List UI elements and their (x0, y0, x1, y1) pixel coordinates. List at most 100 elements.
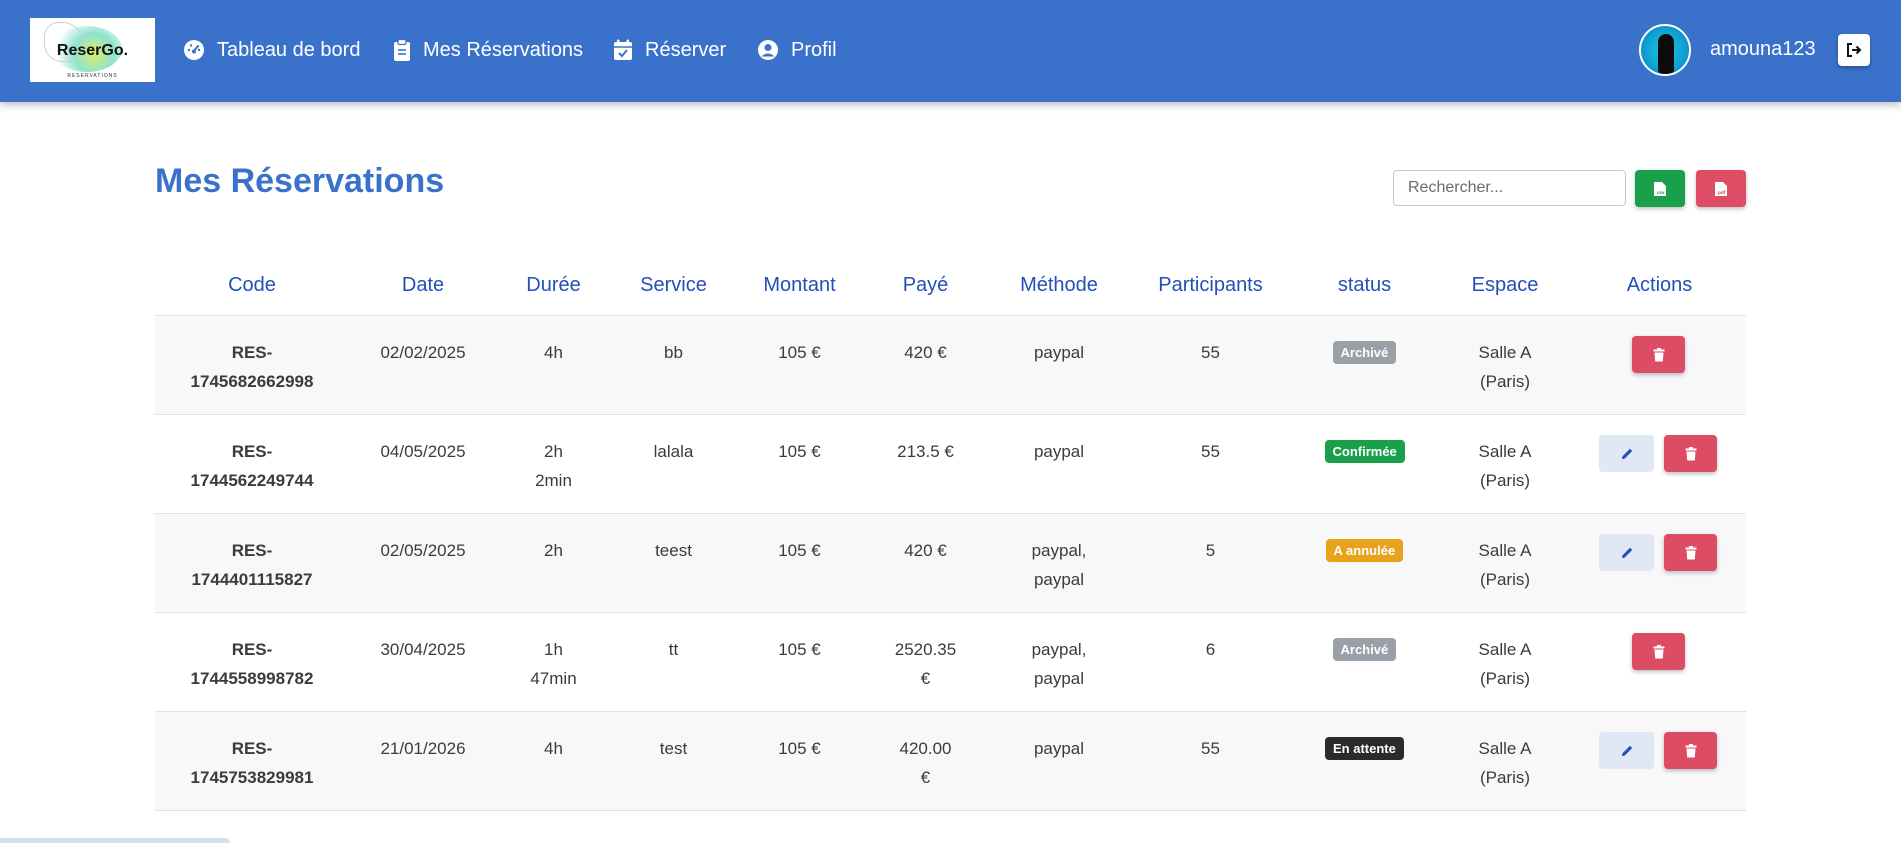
cell-code-line: RES- (231, 640, 273, 659)
cell-methode-line: paypal (1033, 442, 1085, 461)
column-header-montant[interactable]: Montant (737, 255, 862, 316)
cell-date: 02/05/2025 (380, 541, 466, 560)
logo[interactable]: ReserGo. RESERVATIONS (30, 18, 155, 82)
nav-reserver[interactable]: Réserver (613, 36, 726, 64)
svg-text:csv: csv (1657, 190, 1665, 195)
cell-paye-line: 2520.35 (894, 640, 957, 659)
cell-paye-line: 420 € (904, 541, 947, 560)
delete-button[interactable] (1664, 534, 1717, 571)
avatar[interactable] (1639, 24, 1691, 76)
cell-date: 04/05/2025 (380, 442, 466, 461)
cell-code: RES- 1745682662998 (155, 338, 349, 396)
cell-service: tt (668, 640, 679, 659)
cell-dur: 2h 2min (497, 437, 610, 495)
column-header-duree[interactable]: Durée (497, 255, 610, 316)
nav-tableau-de-bord[interactable]: Tableau de bord (183, 36, 360, 64)
trash-icon (1685, 545, 1696, 559)
cell-espace: Salle A (Paris) (1437, 536, 1573, 594)
cell-dur-line: 2h (544, 541, 563, 560)
cell-methode-line: paypal, (1031, 640, 1087, 659)
edit-button[interactable] (1599, 534, 1654, 571)
column-header-methode[interactable]: Méthode (989, 255, 1129, 316)
delete-button[interactable] (1664, 435, 1717, 472)
cell-participants: 55 (1201, 343, 1220, 362)
column-header-date[interactable]: Date (349, 255, 497, 316)
file-csv-icon: csv (1654, 181, 1666, 196)
cell-espace: Salle A (Paris) (1437, 437, 1573, 495)
cell-methode-line: paypal (1033, 570, 1085, 589)
top-navbar: ReserGo. RESERVATIONS Tableau de bord Me… (0, 0, 1901, 102)
logout-button[interactable] (1838, 34, 1870, 66)
cell-espace: Salle A (Paris) (1437, 734, 1573, 792)
column-header-paye[interactable]: Payé (862, 255, 989, 316)
cell-dur: 2h (497, 536, 610, 565)
nav-profil[interactable]: Profil (757, 36, 837, 64)
cell-espace-line: (Paris) (1479, 570, 1531, 589)
cell-service: teest (655, 541, 692, 560)
cell-dur: 4h (497, 734, 610, 763)
edit-button[interactable] (1599, 732, 1654, 769)
cell-espace-line: Salle A (1478, 343, 1532, 362)
cell-paye: 2520.35 € (862, 635, 989, 693)
cell-service: bb (664, 343, 683, 362)
column-header-participants[interactable]: Participants (1129, 255, 1292, 316)
cell-methode-line: paypal (1033, 739, 1085, 758)
cell-paye: 420 € (862, 536, 989, 565)
column-header-service[interactable]: Service (610, 255, 737, 316)
cell-dur-line: 1h (544, 640, 563, 659)
cell-participants: 55 (1201, 739, 1220, 758)
edit-button[interactable] (1599, 435, 1654, 472)
delete-button[interactable] (1664, 732, 1717, 769)
cell-dur-line: 2min (535, 471, 572, 490)
file-pdf-icon: pdf (1715, 181, 1727, 196)
calendar-check-icon (614, 39, 632, 60)
cell-date: 30/04/2025 (380, 640, 466, 659)
delete-button[interactable] (1632, 633, 1685, 670)
cell-montant: 105 € (778, 541, 821, 560)
cell-date: 02/02/2025 (380, 343, 466, 362)
nav-mes-reservations[interactable]: Mes Réservations (393, 36, 583, 64)
trash-icon (1653, 644, 1664, 658)
cell-dur-line: 2h (544, 442, 563, 461)
cell-service: test (659, 739, 688, 758)
status-badge: Archivé (1332, 341, 1397, 364)
export-csv-button[interactable]: csv (1635, 170, 1685, 207)
status-badge: En attente (1325, 737, 1404, 760)
cell-methode-line: paypal (1033, 343, 1085, 362)
user-circle-icon (758, 40, 778, 60)
cell-paye: 420.00 € (862, 734, 989, 792)
cell-dur-line: 4h (544, 739, 563, 758)
cell-methode: paypal (989, 734, 1129, 763)
pencil-icon (1621, 448, 1632, 459)
page-title: Mes Réservations (155, 162, 445, 200)
pencil-icon (1621, 745, 1632, 756)
column-header-actions: Actions (1626, 274, 1693, 296)
column-header-espace[interactable]: Espace (1437, 255, 1573, 316)
search-input[interactable] (1393, 170, 1626, 206)
nav-label: Mes Réservations (423, 38, 584, 61)
export-pdf-button[interactable]: pdf (1696, 170, 1746, 207)
cell-espace-line: Salle A (1478, 739, 1532, 758)
cell-code-line: 1744558998782 (190, 669, 314, 688)
cell-espace-line: Salle A (1478, 541, 1532, 560)
cell-code-line: 1745753829981 (190, 768, 314, 787)
column-header-status[interactable]: status (1292, 255, 1437, 316)
logo-subtitle: RESERVATIONS (67, 73, 118, 79)
delete-button[interactable] (1632, 336, 1685, 373)
cell-espace-line: (Paris) (1479, 471, 1531, 490)
cell-code: RES- 1744401115827 (155, 536, 349, 594)
cell-montant: 105 € (778, 640, 821, 659)
cell-espace-line: (Paris) (1479, 669, 1531, 688)
nav-label: Tableau de bord (217, 38, 361, 61)
table-header-row: Code Date Durée Service Montant Payé Mét… (155, 255, 1746, 316)
clipboard-icon (394, 39, 410, 61)
reservations-table: Code Date Durée Service Montant Payé Mét… (155, 255, 1746, 811)
cell-methode: paypal, paypal (989, 635, 1129, 693)
username: amouna123 (1710, 38, 1816, 60)
cell-paye-line: 420.00 (899, 739, 952, 758)
cell-participants: 6 (1205, 640, 1216, 659)
column-header-code[interactable]: Code (155, 255, 349, 316)
cell-code-line: RES- (231, 343, 273, 362)
cell-date: 21/01/2026 (380, 739, 466, 758)
table-row: RES- 1745753829981 21/01/2026 4h test 105 € 42… (155, 712, 1746, 811)
